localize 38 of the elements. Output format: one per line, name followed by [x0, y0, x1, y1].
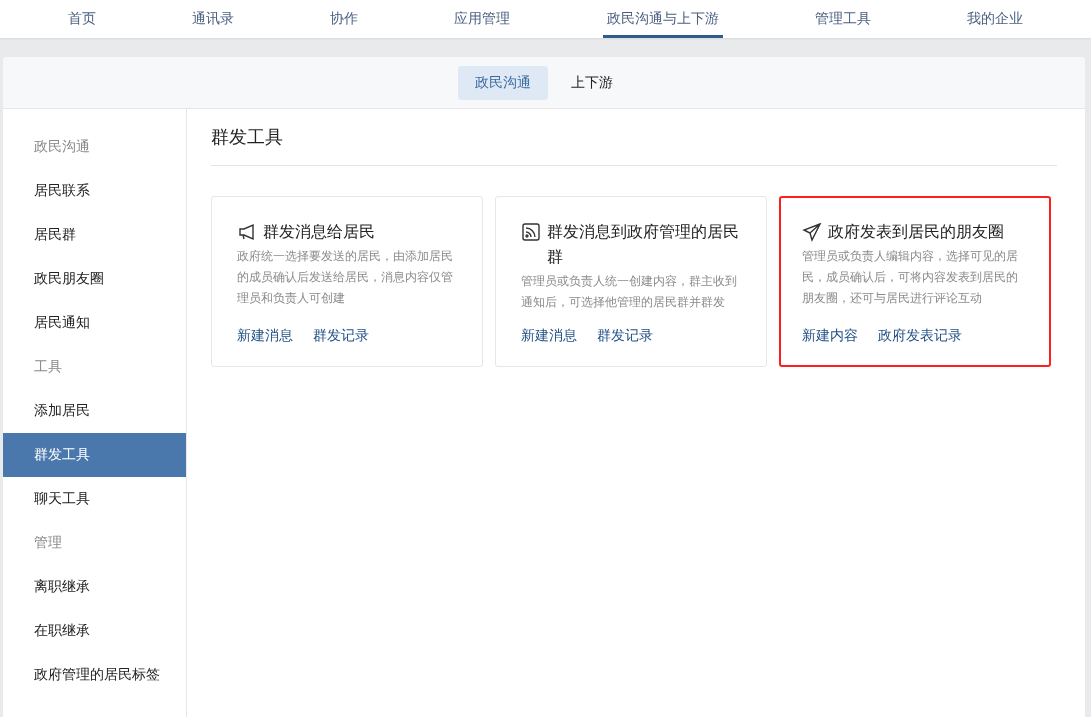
nav-tab[interactable]: 管理工具 [810, 0, 875, 38]
card-link[interactable]: 新建消息 [521, 327, 577, 345]
card-description: 管理员或负责人统一创建内容，群主收到通知后，可选择他管理的居民群并群发 [521, 273, 738, 311]
card-title: 政府发表到居民的朋友圈 [828, 221, 1004, 243]
sidebar-item[interactable]: 政民朋友圈 [3, 257, 186, 301]
card-description: 管理员或负责人编辑内容，选择可见的居民，成员确认后，可将内容发表到居民的朋友圈，还可与居民进行评论互动 [802, 248, 1019, 307]
sidebar-item[interactable]: 添加居民 [3, 389, 186, 433]
megaphone-icon [237, 222, 257, 242]
rss-icon [521, 222, 541, 242]
page-title: 群发工具 [211, 125, 283, 149]
sidebar-heading: 政民沟通 [33, 137, 91, 156]
nav-tab[interactable]: 协作 [326, 0, 363, 38]
send-icon [802, 222, 822, 242]
sidebar-item[interactable]: 聊天工具 [3, 477, 186, 521]
nav-tab[interactable]: 应用管理 [450, 0, 515, 38]
sidebar-item[interactable]: 居民通知 [3, 301, 186, 345]
sidebar-item[interactable]: 在职继承 [3, 609, 186, 653]
sidebar-item[interactable]: 政府管理的居民标签 [3, 653, 186, 697]
card-link[interactable]: 群发记录 [597, 327, 653, 345]
card-link[interactable]: 政府发表记录 [878, 327, 962, 345]
nav-tab[interactable]: 我的企业 [962, 0, 1027, 38]
sub-tab[interactable]: 政民沟通 [458, 65, 548, 100]
sidebar-heading: 工具 [33, 357, 63, 376]
card-title: 群发消息到政府管理的居民群 [547, 221, 740, 268]
sidebar-heading: 管理 [33, 533, 63, 552]
nav-tab[interactable]: 通讯录 [188, 0, 239, 38]
card-link[interactable]: 新建内容 [802, 327, 858, 345]
sub-tab[interactable]: 上下游 [554, 65, 630, 100]
sidebar-item[interactable]: 离职继承 [3, 565, 186, 609]
sidebar-item[interactable]: 居民群 [3, 213, 186, 257]
card-link[interactable]: 群发记录 [313, 327, 369, 345]
sidebar-item[interactable]: 群发工具 [3, 433, 186, 477]
nav-tab[interactable]: 首页 [64, 0, 101, 38]
card-link[interactable]: 新建消息 [237, 327, 293, 345]
sidebar-item[interactable]: 居民联系 [3, 169, 186, 213]
card-description: 政府统一选择要发送的居民，由添加居民的成员确认后发送给居民，消息内容仅管理员和负责人可创建 [237, 248, 454, 307]
card-title: 群发消息给居民 [263, 221, 375, 243]
nav-tab[interactable]: 政民沟通与上下游 [602, 0, 723, 38]
